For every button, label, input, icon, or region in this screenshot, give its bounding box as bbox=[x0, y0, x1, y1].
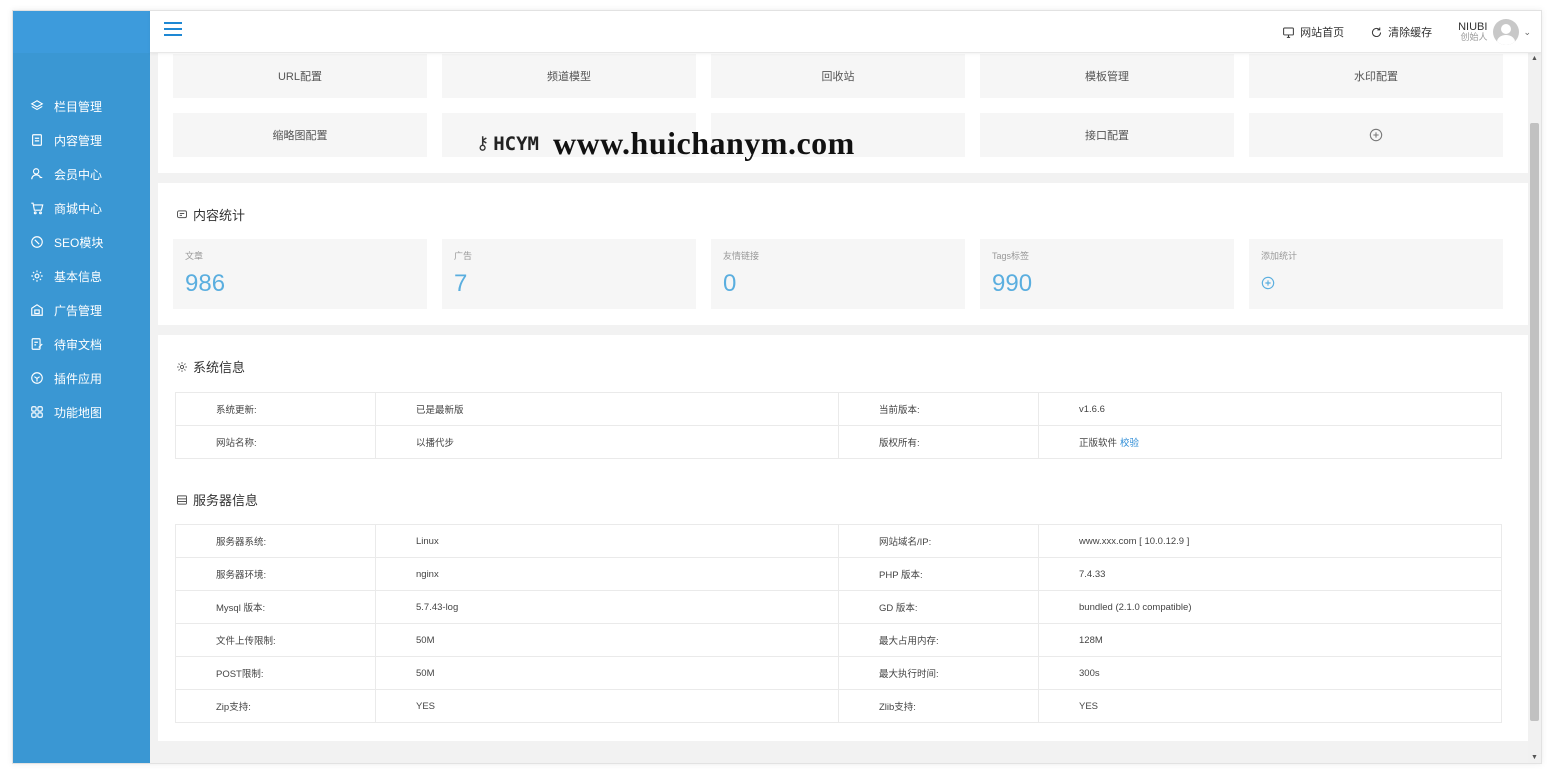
grid-icon bbox=[31, 406, 43, 418]
chat-icon bbox=[177, 209, 187, 218]
table-row: 文件上传限制: 50M 最大占用内存: 128M bbox=[175, 623, 1502, 657]
sidebar-item-column[interactable]: 栏目管理 bbox=[13, 89, 150, 123]
sidebar-item-ads[interactable]: 广告管理 bbox=[13, 293, 150, 327]
document-icon bbox=[32, 134, 42, 146]
layers-icon bbox=[30, 100, 44, 111]
sidebar: 栏目管理 内容管理 会员中心 商城中心 SEO模块 基本信息 广告管理 待审文档… bbox=[13, 11, 150, 763]
sidebar-item-label: 栏目管理 bbox=[54, 99, 103, 114]
sidebar-item-shop[interactable]: 商城中心 bbox=[13, 191, 150, 225]
user-role: 创始人 bbox=[1460, 32, 1488, 43]
sidebar-item-pending-docs[interactable]: 待审文档 bbox=[13, 327, 150, 361]
edit-document-icon bbox=[31, 338, 43, 350]
chevron-down-icon[interactable]: ⌄ bbox=[1523, 27, 1531, 38]
sidebar-item-label: 待审文档 bbox=[54, 337, 103, 352]
scroll-down-icon[interactable]: ▼ bbox=[1531, 754, 1538, 761]
box-icon bbox=[31, 372, 43, 384]
plus-circle-icon[interactable] bbox=[1261, 276, 1275, 290]
system-info-table: 系统更新: 已是最新版 当前版本: v1.6.6 网站名称: 以播代步 版权所有… bbox=[175, 392, 1502, 459]
stat-card-add[interactable]: 添加统计 bbox=[1249, 239, 1503, 309]
sidebar-item-label: SEO模块 bbox=[54, 235, 104, 250]
menu-toggle-icon[interactable] bbox=[164, 22, 182, 40]
sidebar-item-function-map[interactable]: 功能地图 bbox=[13, 395, 150, 429]
table-row: 服务器环境: nginx PHP 版本: 7.4.33 bbox=[175, 557, 1502, 591]
sidebar-item-label: 广告管理 bbox=[54, 303, 103, 318]
quick-url-config[interactable]: URL配置 bbox=[173, 54, 427, 98]
stat-card-links[interactable]: 友情链接 0 bbox=[711, 239, 965, 309]
quick-api-config[interactable]: 接口配置 bbox=[980, 113, 1234, 157]
gear-icon bbox=[177, 361, 187, 372]
header-actions: 网站首页 清除缓存 NIUBI 创始人 ⌄ bbox=[1282, 11, 1531, 53]
vertical-scrollbar[interactable]: ▲ ▼ bbox=[1528, 53, 1541, 763]
refresh-icon bbox=[1372, 26, 1382, 37]
sidebar-item-seo[interactable]: SEO模块 bbox=[13, 225, 150, 259]
quick-item-hidden-2[interactable] bbox=[711, 113, 965, 157]
table-row: Mysql 版本: 5.7.43-log GD 版本: bundled (2.1… bbox=[175, 590, 1502, 624]
stat-card-articles[interactable]: 文章 986 bbox=[173, 239, 427, 309]
app-window: 栏目管理 内容管理 会员中心 商城中心 SEO模块 基本信息 广告管理 待审文档… bbox=[12, 10, 1542, 764]
server-info-title: 服务器信息 bbox=[176, 490, 258, 509]
scrollbar-thumb[interactable] bbox=[1530, 123, 1539, 721]
quick-channel-model[interactable]: 频道模型 bbox=[442, 54, 696, 98]
table-row: 系统更新: 已是最新版 当前版本: v1.6.6 bbox=[175, 392, 1502, 426]
monitor-icon bbox=[1283, 27, 1294, 38]
sidebar-item-label: 插件应用 bbox=[54, 371, 103, 386]
avatar[interactable] bbox=[1493, 19, 1520, 45]
quick-thumbnail-config[interactable]: 缩略图配置 bbox=[173, 113, 427, 157]
logo-area bbox=[13, 11, 150, 53]
scroll-up-icon[interactable]: ▲ bbox=[1531, 55, 1538, 62]
main-content: URL配置 频道模型 回收站 模板管理 水印配置 缩略图配置 接口配置 ⚷ HC… bbox=[150, 53, 1528, 763]
quick-add-button[interactable] bbox=[1249, 113, 1503, 157]
quick-links-panel: URL配置 频道模型 回收站 模板管理 水印配置 缩略图配置 接口配置 bbox=[158, 53, 1528, 173]
sidebar-nav: 栏目管理 内容管理 会员中心 商城中心 SEO模块 基本信息 广告管理 待审文档… bbox=[13, 89, 150, 429]
sidebar-item-member[interactable]: 会员中心 bbox=[13, 157, 150, 191]
quick-template-manage[interactable]: 模板管理 bbox=[980, 54, 1234, 98]
user-icon bbox=[31, 168, 43, 180]
table-row: Zip支持: YES Zlib支持: YES bbox=[175, 689, 1502, 723]
sidebar-item-label: 内容管理 bbox=[54, 133, 103, 148]
content-stats-title: 内容统计 bbox=[176, 205, 245, 224]
sidebar-item-label: 会员中心 bbox=[54, 167, 103, 182]
sidebar-item-plugins[interactable]: 插件应用 bbox=[13, 361, 150, 395]
server-icon bbox=[177, 494, 187, 505]
quick-watermark-config[interactable]: 水印配置 bbox=[1249, 54, 1503, 98]
cart-icon bbox=[31, 202, 44, 215]
ad-icon bbox=[31, 304, 43, 316]
table-row: 服务器系统: Linux 网站域名/IP: www.xxx.com [ 10.0… bbox=[175, 524, 1502, 558]
table-row: POST限制: 50M 最大执行时间: 300s bbox=[175, 656, 1502, 690]
stat-card-ads[interactable]: 广告 7 bbox=[442, 239, 696, 309]
top-header: 网站首页 清除缓存 NIUBI 创始人 ⌄ bbox=[150, 11, 1541, 53]
system-info-title: 系统信息 bbox=[176, 357, 245, 376]
user-menu[interactable]: NIUBI 创始人 ⌄ bbox=[1458, 19, 1531, 45]
quick-recycle-bin[interactable]: 回收站 bbox=[711, 54, 965, 98]
sidebar-item-basic-info[interactable]: 基本信息 bbox=[13, 259, 150, 293]
plus-circle-icon bbox=[1369, 128, 1383, 142]
content-stats-panel: 内容统计 文章 986 广告 7 友情链接 0 Tags标签 990 添加统计 bbox=[158, 183, 1528, 325]
server-info-table: 服务器系统: Linux 网站域名/IP: www.xxx.com [ 10.0… bbox=[175, 524, 1502, 723]
clear-cache-button[interactable]: 清除缓存 bbox=[1370, 24, 1432, 40]
sidebar-item-label: 商城中心 bbox=[54, 201, 103, 216]
home-link[interactable]: 网站首页 bbox=[1282, 24, 1344, 40]
sidebar-item-content[interactable]: 内容管理 bbox=[13, 123, 150, 157]
seo-icon bbox=[31, 236, 43, 248]
system-info-panel: 系统信息 系统更新: 已是最新版 当前版本: v1.6.6 网站名称: 以播代步… bbox=[158, 335, 1528, 741]
table-row: 网站名称: 以播代步 版权所有: 正版软件 校验 bbox=[175, 425, 1502, 459]
stat-card-tags[interactable]: Tags标签 990 bbox=[980, 239, 1234, 309]
sidebar-item-label: 基本信息 bbox=[54, 269, 103, 284]
quick-item-hidden-1[interactable] bbox=[442, 113, 696, 157]
sidebar-item-label: 功能地图 bbox=[54, 405, 103, 420]
verify-link[interactable]: 校验 bbox=[1120, 438, 1139, 449]
gear-icon bbox=[31, 270, 43, 282]
